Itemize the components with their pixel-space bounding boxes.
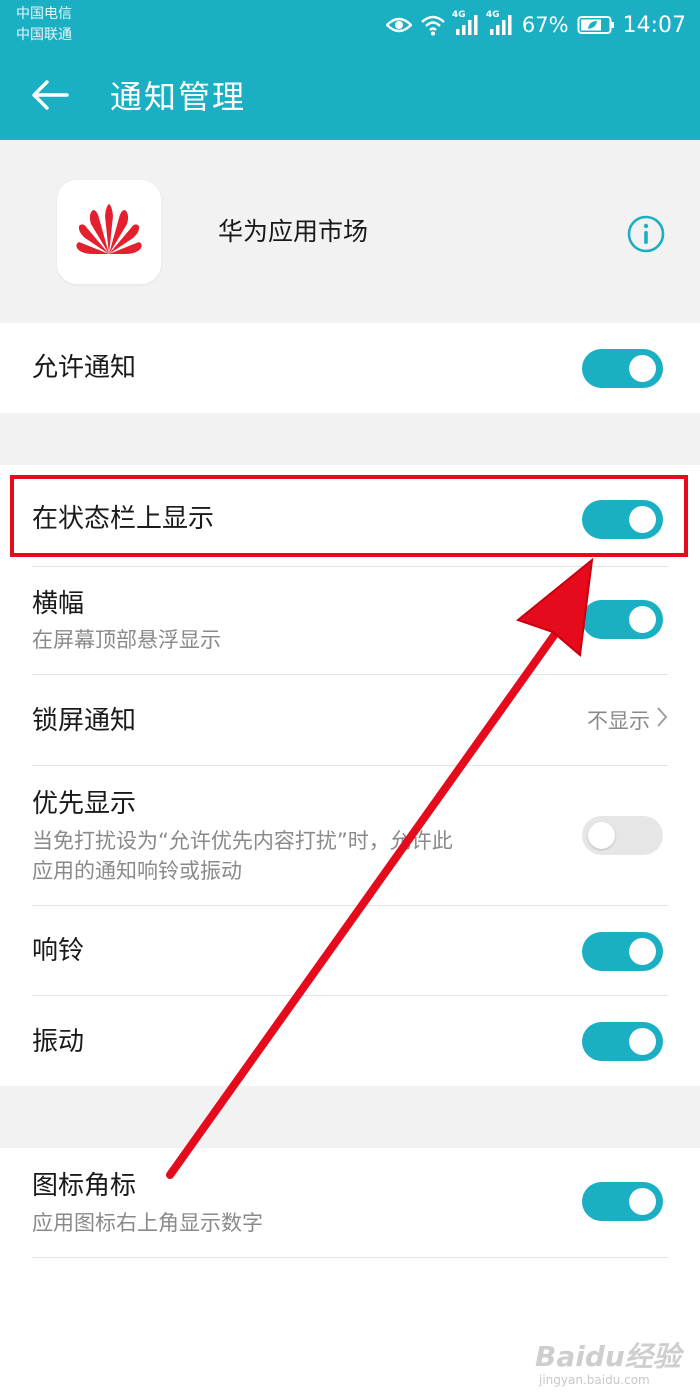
setting-title: 在状态栏上显示 [32, 504, 215, 534]
signal-icon: 4G [486, 10, 514, 36]
setting-title: 横幅 [32, 589, 85, 619]
setting-allow-notifications[interactable]: 允许通知 [0, 323, 700, 413]
toggle-knob [629, 506, 656, 533]
lock-screen-value: 不显示 [587, 706, 668, 736]
setting-subtitle: 当免打扰设为“允许优先内容打扰”时，允许此 [32, 829, 453, 853]
app-info-button[interactable] [626, 214, 666, 254]
status-bar-toggle[interactable] [582, 500, 663, 539]
app-logo [57, 180, 161, 284]
setting-show-on-status-bar[interactable]: 在状态栏上显示 [0, 465, 700, 567]
setting-title: 锁屏通知 [32, 706, 137, 736]
huawei-logo-icon [75, 202, 143, 262]
setting-priority[interactable]: 优先显示 当免打扰设为“允许优先内容打扰”时，允许此 应用的通知响铃或振动 [0, 766, 700, 906]
network-type: 4G [451, 10, 466, 20]
carrier-2: 中国联通 [16, 27, 72, 43]
section-gap [0, 413, 700, 465]
vibration-toggle[interactable] [582, 1022, 663, 1061]
setting-title: 图标角标 [32, 1171, 137, 1201]
arrow-left-icon [30, 79, 70, 115]
back-button[interactable] [30, 72, 80, 122]
divider [32, 1257, 668, 1258]
signal-icon: 4G [452, 10, 480, 36]
status-bar: 中国电信 中国联通 4G 4G 67% 14:07 [0, 0, 700, 48]
setting-title: 允许通知 [32, 353, 137, 383]
setting-title: 响铃 [32, 936, 85, 966]
page-title: 通知管理 [110, 78, 247, 116]
setting-title: 优先显示 [32, 789, 137, 819]
priority-toggle[interactable] [582, 816, 663, 855]
app-name: 华为应用市场 [218, 217, 369, 246]
badge-toggle[interactable] [582, 1182, 663, 1221]
battery-percent: 67% [521, 13, 569, 37]
setting-subtitle: 应用的通知响铃或振动 [32, 859, 242, 883]
watermark-brand: Baidu经验 [535, 1340, 681, 1373]
app-bar: 中国电信 中国联通 4G 4G 67% 14:07 通知管理 [0, 0, 700, 140]
carrier-1: 中国电信 [16, 6, 72, 22]
app-info-header: 华为应用市场 [0, 140, 700, 323]
clock: 14:07 [622, 12, 686, 38]
toggle-knob [629, 606, 656, 633]
allow-notifications-toggle[interactable] [582, 349, 663, 388]
section-gap [0, 1086, 700, 1148]
watermark: Baidu经验 jingyan.baidu.com [535, 1325, 695, 1395]
setting-value: 不显示 [587, 709, 650, 733]
toggle-knob [629, 1188, 656, 1215]
toggle-knob [588, 822, 615, 849]
setting-ringtone[interactable]: 响铃 [0, 906, 700, 996]
setting-vibration[interactable]: 振动 [0, 996, 700, 1086]
battery-icon [577, 15, 615, 35]
ringtone-toggle[interactable] [582, 932, 663, 971]
eye-icon [385, 15, 412, 35]
setting-subtitle: 应用图标右上角显示数字 [32, 1211, 263, 1235]
wifi-icon [420, 14, 446, 36]
setting-badge[interactable]: 图标角标 应用图标右上角显示数字 [0, 1148, 700, 1258]
setting-subtitle: 在屏幕顶部悬浮显示 [32, 628, 221, 652]
toggle-knob [629, 355, 656, 382]
toggle-knob [629, 938, 656, 965]
setting-lock-screen[interactable]: 锁屏通知 不显示 [0, 675, 700, 766]
info-circle-icon [626, 215, 666, 258]
chevron-right-icon [656, 706, 668, 736]
network-type: 4G [485, 10, 500, 20]
status-icons: 4G 4G 67% 14:07 [385, 10, 686, 40]
watermark-site: jingyan.baidu.com [539, 1373, 650, 1387]
toggle-knob [629, 1028, 656, 1055]
setting-title: 振动 [32, 1027, 85, 1057]
banner-toggle[interactable] [582, 600, 663, 639]
setting-banner[interactable]: 横幅 在屏幕顶部悬浮显示 [0, 567, 700, 675]
